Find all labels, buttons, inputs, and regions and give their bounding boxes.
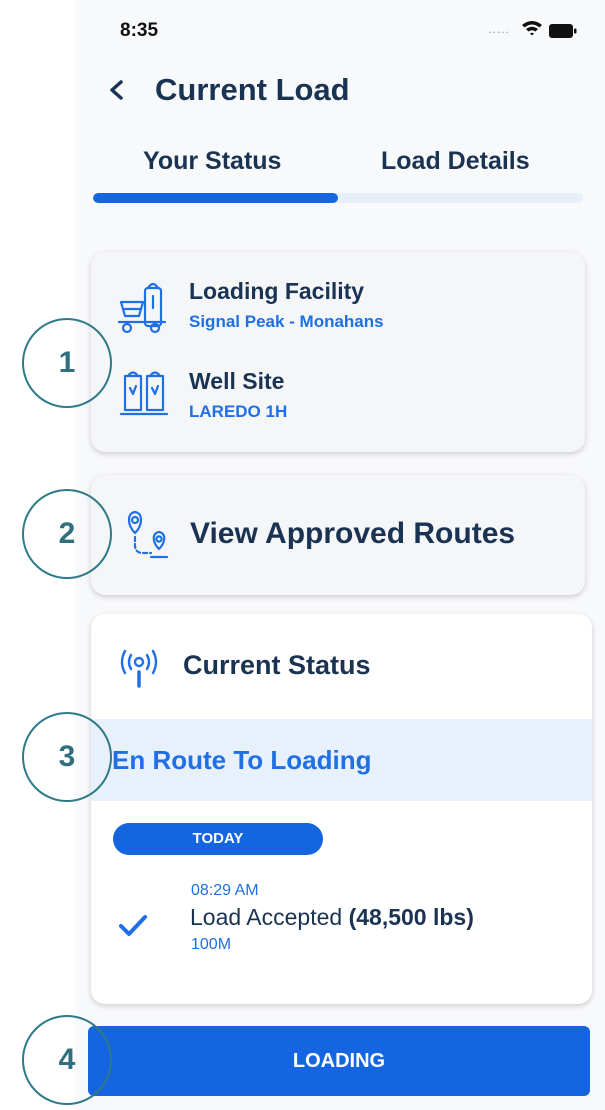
tab-load-details[interactable]: Load Details bbox=[381, 147, 530, 176]
loading-facility-title: Loading Facility bbox=[189, 278, 365, 304]
checkmark-icon bbox=[119, 915, 147, 936]
loading-facility-icon bbox=[117, 282, 167, 334]
wifi-icon bbox=[522, 21, 542, 36]
event-weight: (48,500 lbs) bbox=[348, 904, 474, 930]
well-site-icon bbox=[119, 371, 169, 416]
event-description: Load Accepted (48,500 lbs) bbox=[190, 904, 474, 931]
event-label: Load Accepted bbox=[190, 904, 343, 930]
callout-marker: 3 bbox=[22, 712, 112, 802]
status-bar: 8:35 ..... bbox=[75, 0, 605, 60]
cell-signal-icon: ..... bbox=[488, 22, 510, 36]
tab-indicator-active bbox=[93, 193, 338, 203]
view-routes-card[interactable]: View Approved Routes bbox=[91, 475, 585, 595]
battery-icon bbox=[549, 24, 577, 38]
event-distance: 100M bbox=[191, 936, 232, 953]
current-status-heading: Current Status bbox=[183, 650, 371, 680]
route-pins-icon bbox=[127, 510, 169, 559]
event-time: 08:29 AM bbox=[191, 882, 259, 899]
view-routes-label: View Approved Routes bbox=[190, 517, 516, 550]
well-site-name[interactable]: LAREDO 1H bbox=[189, 402, 287, 422]
signal-tower-icon bbox=[120, 649, 158, 688]
tab-your-status[interactable]: Your Status bbox=[143, 147, 281, 176]
date-badge: TODAY bbox=[113, 823, 323, 855]
page-title: Current Load bbox=[155, 72, 350, 107]
current-status-value: En Route To Loading bbox=[112, 745, 372, 775]
status-value-band: En Route To Loading bbox=[91, 719, 592, 801]
chevron-left-icon bbox=[110, 80, 123, 100]
callout-marker: 4 bbox=[22, 1015, 112, 1105]
loading-facility-name[interactable]: Signal Peak - Monahans bbox=[189, 312, 384, 332]
tab-indicator-track bbox=[93, 193, 583, 203]
callout-marker: 2 bbox=[22, 489, 112, 579]
loading-button[interactable]: LOADING bbox=[88, 1026, 590, 1096]
well-site-title: Well Site bbox=[189, 368, 285, 394]
locations-card: Loading Facility Signal Peak - Monahans … bbox=[91, 252, 585, 452]
back-button[interactable] bbox=[97, 70, 137, 110]
status-time: 8:35 bbox=[120, 20, 159, 41]
callout-marker: 1 bbox=[22, 318, 112, 408]
phone-screen: 8:35 ..... Current Load Your Status Load… bbox=[75, 0, 605, 1110]
current-status-card: Current Status En Route To Loading TODAY… bbox=[91, 614, 592, 1004]
